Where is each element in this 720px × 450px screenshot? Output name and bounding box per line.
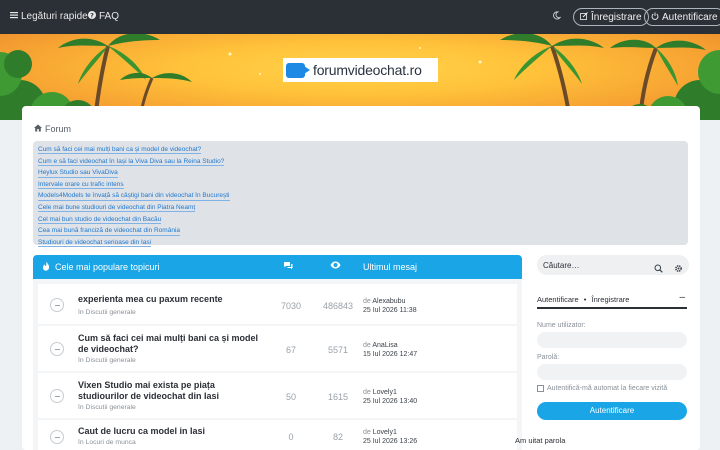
top-navbar: Legături rapide ? FAQ Înregistrare Auten… bbox=[0, 0, 720, 34]
topic-row[interactable]: Caut de lucru ca model in Iasi în Locuri… bbox=[38, 420, 517, 450]
last-post-author[interactable]: Alexabubu bbox=[372, 298, 405, 305]
last-post-header: Ultimul mesaj bbox=[363, 262, 418, 272]
quick-links-menu[interactable]: Legături rapide bbox=[10, 11, 88, 22]
power-icon bbox=[651, 12, 659, 23]
topic-forum[interactable]: în Discutii generale bbox=[78, 309, 136, 316]
topic-title[interactable]: Vixen Studio mai exista pe piața studiou… bbox=[78, 380, 263, 402]
topic-views: 5571 bbox=[327, 345, 349, 355]
last-post-date: 25 Iul 2026 13:26 bbox=[363, 438, 418, 445]
comments-icon bbox=[283, 261, 293, 272]
register-label: Înregistrare bbox=[591, 11, 642, 23]
topic-views: 82 bbox=[332, 432, 343, 442]
search-input[interactable]: Căutare… bbox=[543, 261, 579, 270]
main-content: Forum Cum să faci cei mai mulți bani ca … bbox=[22, 106, 700, 450]
featured-link[interactable]: Cel mai bun studio de videochat din Bacă… bbox=[38, 216, 162, 224]
password-field[interactable] bbox=[537, 364, 687, 380]
topics-title: Cele mai populare topicuri bbox=[55, 262, 160, 272]
eye-icon bbox=[330, 261, 341, 271]
quick-links-label: Legături rapide bbox=[21, 11, 88, 22]
login-button[interactable]: Autentificare bbox=[644, 8, 720, 26]
topic-status-icon bbox=[50, 342, 64, 356]
topic-status-icon bbox=[50, 298, 64, 312]
register-button[interactable]: Înregistrare bbox=[573, 8, 649, 26]
last-post-date: 15 Iul 2026 12:47 bbox=[363, 351, 418, 358]
topic-forum[interactable]: în Discutii generale bbox=[78, 357, 136, 364]
topic-status-icon bbox=[50, 389, 64, 403]
question-icon: ? bbox=[88, 11, 96, 22]
remember-label: Autentifică-mă automat la fiecare vizită bbox=[547, 385, 668, 392]
remember-checkbox[interactable] bbox=[537, 385, 544, 392]
topic-replies: 50 bbox=[285, 392, 296, 402]
home-icon bbox=[34, 124, 42, 134]
topic-forum[interactable]: în Discutii generale bbox=[78, 404, 136, 411]
last-post-date: 25 Iul 2026 11:38 bbox=[363, 307, 417, 314]
topic-replies: 0 bbox=[288, 432, 294, 442]
tab-separator: • bbox=[583, 295, 587, 304]
topic-replies: 67 bbox=[285, 345, 296, 355]
featured-link[interactable]: Cea mai bună franciză de videochat din R… bbox=[38, 227, 181, 236]
topic-views: 486843 bbox=[322, 301, 354, 311]
site-logo-text: forumvideochat.ro bbox=[313, 62, 422, 78]
topic-views: 1615 bbox=[327, 392, 349, 402]
topic-title[interactable]: Cum să faci cei mai mulți bani ca și mod… bbox=[78, 333, 263, 355]
featured-link[interactable]: Cum să faci cei mai mulți bani ca și mod… bbox=[38, 146, 202, 155]
topic-title[interactable]: experienta mea cu paxum recente bbox=[78, 294, 263, 305]
username-field[interactable] bbox=[537, 332, 687, 348]
search-icon[interactable] bbox=[654, 260, 663, 278]
login-submit-button[interactable]: Autentificare bbox=[537, 402, 687, 420]
gear-icon[interactable] bbox=[674, 260, 683, 278]
last-post-author[interactable]: Lovely1 bbox=[373, 389, 397, 396]
login-panel: Autentificare • Înregistrare – Nume util… bbox=[537, 287, 689, 450]
breadcrumb[interactable]: Forum bbox=[34, 124, 71, 134]
topics-list: experienta mea cu paxum recente în Discu… bbox=[33, 279, 522, 450]
last-post-author-line: de Lovely1 bbox=[363, 389, 397, 396]
forgot-password-link[interactable]: Am uitat parola bbox=[515, 436, 565, 445]
login-tabs: Autentificare • Înregistrare – bbox=[537, 287, 687, 309]
last-post-author[interactable]: Lovely1 bbox=[373, 429, 397, 436]
last-post-author-line: de Alexabubu bbox=[363, 298, 405, 305]
featured-link[interactable]: Models4Models te învață să câștigi bani … bbox=[38, 192, 230, 201]
remember-me[interactable]: Autentifică-mă automat la fiecare vizită bbox=[537, 385, 667, 392]
topic-title[interactable]: Caut de lucru ca model in Iasi bbox=[78, 426, 263, 437]
topics-header: Cele mai populare topicuri Ultimul mesaj bbox=[33, 255, 522, 279]
hamburger-icon bbox=[10, 11, 18, 22]
last-post-date: 25 Iul 2026 13:40 bbox=[363, 398, 418, 405]
topic-status-icon bbox=[50, 430, 64, 444]
site-logo[interactable]: forumvideochat.ro bbox=[283, 58, 438, 82]
featured-link[interactable]: Intervale orare cu trafic intens bbox=[38, 181, 124, 190]
featured-link[interactable]: Heylux Studio sau VivaDiva bbox=[38, 169, 118, 178]
faq-link[interactable]: ? FAQ bbox=[88, 11, 119, 22]
by-prefix: de bbox=[363, 342, 371, 349]
tab-register[interactable]: Înregistrare bbox=[592, 295, 630, 304]
search-box[interactable]: Căutare… bbox=[537, 255, 689, 275]
featured-link[interactable]: Studiouri de videochat serioase din Iasi bbox=[38, 239, 152, 248]
collapse-icon[interactable]: – bbox=[679, 293, 685, 303]
password-label: Parolă: bbox=[537, 354, 560, 361]
by-prefix: de bbox=[363, 429, 371, 436]
breadcrumb-forum: Forum bbox=[45, 124, 72, 134]
login-label: Autentificare bbox=[662, 11, 718, 23]
featured-link[interactable]: Cum e să faci videochat în Iași la Viva … bbox=[38, 158, 225, 166]
username-label: Nume utilizator: bbox=[537, 322, 586, 329]
edit-icon bbox=[580, 11, 588, 23]
by-prefix: de bbox=[363, 389, 371, 396]
last-post-author-line: de Lovely1 bbox=[363, 429, 397, 436]
topic-row[interactable]: experienta mea cu paxum recente în Discu… bbox=[38, 284, 517, 324]
featured-links-box: Cum să faci cei mai mulți bani ca și mod… bbox=[33, 141, 688, 248]
tab-login[interactable]: Autentificare bbox=[537, 295, 579, 304]
moon-icon[interactable] bbox=[552, 11, 562, 23]
topic-row[interactable]: Cum să faci cei mai mulți bani ca și mod… bbox=[38, 326, 517, 371]
svg-text:?: ? bbox=[90, 11, 94, 19]
topic-replies: 7030 bbox=[280, 301, 302, 311]
last-post-author[interactable]: AnaLisa bbox=[372, 342, 397, 349]
topic-row[interactable]: Vixen Studio mai exista pe piața studiou… bbox=[38, 373, 517, 418]
faq-label: FAQ bbox=[99, 11, 120, 22]
featured-link[interactable]: Cele mai bune studiouri de videochat din… bbox=[38, 204, 196, 213]
last-post-author-line: de AnaLisa bbox=[363, 342, 398, 349]
video-camera-icon bbox=[286, 62, 310, 78]
by-prefix: de bbox=[363, 298, 371, 305]
topic-forum[interactable]: în Locuri de munca bbox=[78, 439, 136, 446]
popular-topics-panel: Cele mai populare topicuri Ultimul mesaj… bbox=[33, 255, 522, 450]
fire-icon bbox=[42, 261, 50, 273]
